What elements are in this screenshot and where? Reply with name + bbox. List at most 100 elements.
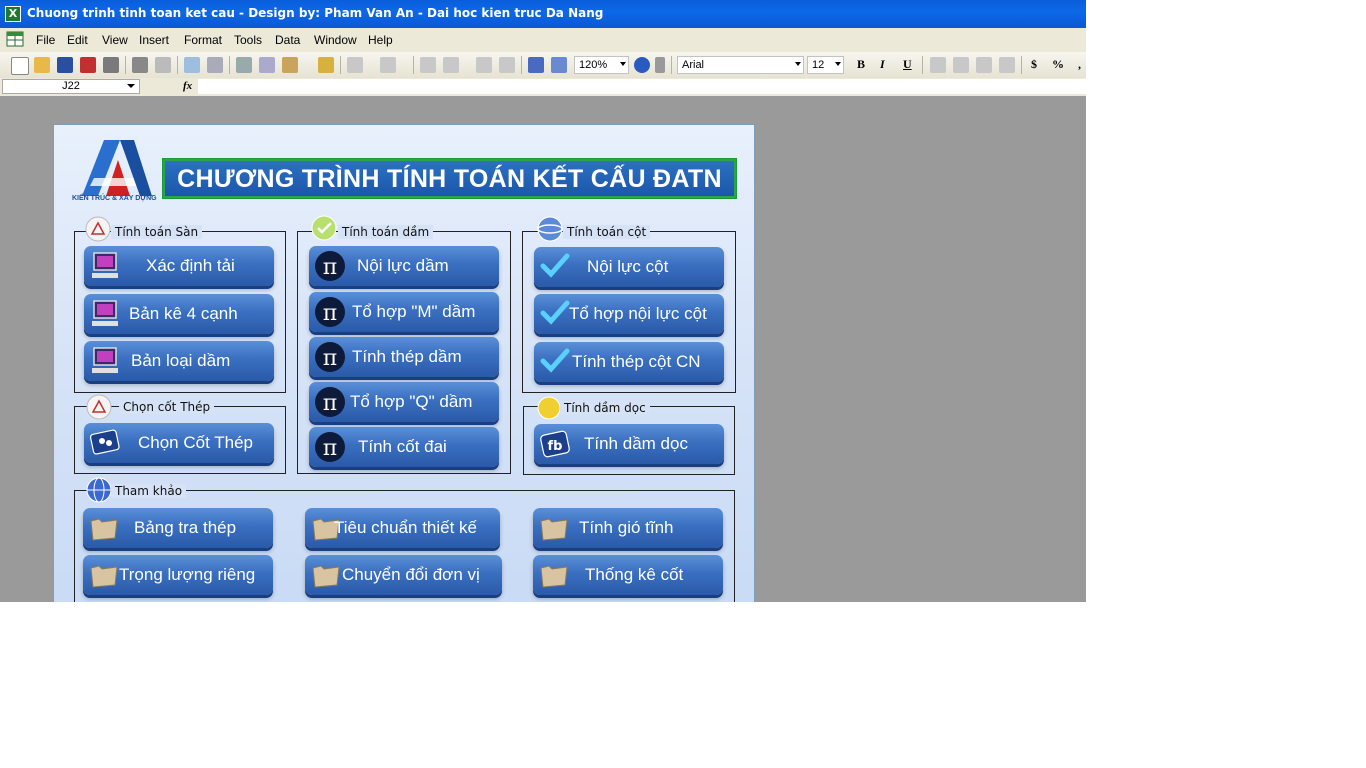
button-label: Tổ hợp "M" dầm xyxy=(352,302,476,321)
bang-tra-thep-button[interactable]: Bảng tra thép xyxy=(83,508,273,548)
chart-wizard-icon[interactable] xyxy=(528,57,544,73)
button-label: Nội lực cột xyxy=(587,257,669,276)
thong-ke-button[interactable]: Thống kê cốt xyxy=(533,555,723,595)
tinh-dam-doc-button[interactable]: fb Tính dầm dọc xyxy=(534,424,724,464)
button-label: Chọn Cốt Thép xyxy=(138,433,253,452)
trong-luong-button[interactable]: Trọng lượng riêng xyxy=(83,555,273,595)
logo-caption: KIẾN TRÚC & XÂY DỰNG xyxy=(72,195,157,202)
redo-icon[interactable] xyxy=(380,57,396,73)
percent-button[interactable]: % xyxy=(1052,57,1064,72)
currency-button[interactable]: $ xyxy=(1031,57,1037,72)
ban-ke-button[interactable]: Bản kê 4 cạnh xyxy=(84,294,274,334)
to-hop-noi-luc-cot-button[interactable]: Tổ hợp nội lực cột xyxy=(534,294,724,334)
copy-icon[interactable] xyxy=(259,57,275,73)
button-label: Bản loại dầm xyxy=(131,351,231,370)
menu-view[interactable]: View xyxy=(102,33,128,47)
pi-icon: π xyxy=(315,342,345,372)
toolbar-separator xyxy=(1021,56,1022,74)
globe-check-icon xyxy=(311,215,337,241)
toolbar-separator xyxy=(229,56,230,74)
button-label: Tổ hợp "Q" dầm xyxy=(350,392,473,411)
to-hop-m-button[interactable]: π Tổ hợp "M" dầm xyxy=(309,292,499,332)
tinh-thep-dam-button[interactable]: π Tính thép dầm xyxy=(309,337,499,377)
align-right-icon[interactable] xyxy=(976,57,992,73)
paste-icon[interactable] xyxy=(282,57,298,73)
folder-icon xyxy=(90,565,118,588)
format-painter-icon[interactable] xyxy=(318,57,334,73)
name-box[interactable]: J22 xyxy=(2,79,140,94)
align-left-icon[interactable] xyxy=(930,57,946,73)
menu-tools[interactable]: Tools xyxy=(234,33,262,47)
bold-button[interactable]: B xyxy=(857,57,865,72)
svg-text:fb: fb xyxy=(548,439,563,454)
sort-descending-icon[interactable] xyxy=(499,57,515,73)
group-cot-label: Tính toán cột xyxy=(563,225,651,239)
button-label: Tính gió tĩnh xyxy=(579,518,674,537)
zoom-select[interactable]: 120% xyxy=(574,56,629,74)
excel-icon[interactable]: X xyxy=(5,6,21,22)
menu-format[interactable]: Format xyxy=(184,33,222,47)
ban-loai-dam-button[interactable]: Bản loại dầm xyxy=(84,341,274,381)
tieu-chuan-button[interactable]: Tiêu chuẩn thiết kế xyxy=(305,508,500,548)
comma-button[interactable]: , xyxy=(1078,57,1081,72)
svg-text:π: π xyxy=(323,346,337,371)
help-icon[interactable] xyxy=(634,57,650,73)
cut-icon[interactable] xyxy=(236,57,252,73)
permission-icon[interactable] xyxy=(80,57,96,73)
button-label: Bảng tra thép xyxy=(134,518,237,537)
tinh-gio-button[interactable]: Tính gió tĩnh xyxy=(533,508,723,548)
hyperlink-icon[interactable] xyxy=(420,57,436,73)
chon-cot-thep-button[interactable]: Chọn Cốt Thép xyxy=(84,423,274,463)
print-icon[interactable] xyxy=(132,57,148,73)
formula-input[interactable] xyxy=(198,79,1086,94)
align-center-icon[interactable] xyxy=(953,57,969,73)
window-title: Chuong trinh tinh toan ket cau - Design … xyxy=(27,6,604,20)
toolbar-separator xyxy=(922,56,923,74)
chevron-down-icon[interactable] xyxy=(127,84,135,88)
pi-icon: π xyxy=(315,387,345,417)
to-hop-q-button[interactable]: π Tổ hợp "Q" dầm xyxy=(309,382,499,422)
noi-luc-cot-button[interactable]: Nội lực cột xyxy=(534,247,724,287)
undo-icon[interactable] xyxy=(347,57,363,73)
autosum-icon[interactable] xyxy=(443,57,459,73)
new-icon[interactable] xyxy=(11,57,29,75)
tinh-cot-dai-button[interactable]: π Tính cốt đai xyxy=(309,427,499,467)
print-preview-icon[interactable] xyxy=(155,57,171,73)
page-title: CHƯƠNG TRÌNH TÍNH TOÁN KẾT CẤU ĐATN xyxy=(162,158,737,199)
folder-icon xyxy=(540,565,568,588)
workbook-icon[interactable] xyxy=(6,31,26,48)
toolbar-separator xyxy=(521,56,522,74)
button-label: Tính thép cột CN xyxy=(572,352,701,371)
button-label: Tính thép dầm xyxy=(352,347,462,366)
name-box-value: J22 xyxy=(62,80,80,92)
save-icon[interactable] xyxy=(57,57,73,73)
font-size-select[interactable]: 12 xyxy=(807,56,844,74)
svg-text:π: π xyxy=(323,436,337,461)
font-name-select[interactable]: Arial xyxy=(677,56,804,74)
font-size-value: 12 xyxy=(812,59,825,71)
research-icon[interactable] xyxy=(207,57,223,73)
menu-edit[interactable]: Edit xyxy=(67,33,88,47)
menu-data[interactable]: Data xyxy=(275,33,300,47)
menu-file[interactable]: File xyxy=(36,33,55,47)
italic-button[interactable]: I xyxy=(880,57,885,72)
title-bar[interactable]: X Chuong trinh tinh toan ket cau - Desig… xyxy=(0,0,1086,28)
open-icon[interactable] xyxy=(34,57,50,73)
folder-icon xyxy=(540,518,568,541)
menu-window[interactable]: Window xyxy=(314,33,357,47)
sort-ascending-icon[interactable] xyxy=(476,57,492,73)
toolbar-options-icon[interactable] xyxy=(655,57,665,73)
xac-dinh-tai-button[interactable]: Xác định tải xyxy=(84,246,274,286)
drawing-icon[interactable] xyxy=(551,57,567,73)
merge-center-icon[interactable] xyxy=(999,57,1015,73)
menu-help[interactable]: Help xyxy=(368,33,393,47)
fx-icon[interactable]: fx xyxy=(183,80,192,92)
underline-button[interactable]: U xyxy=(903,57,912,72)
button-label: Tính cốt đai xyxy=(358,437,447,456)
noi-luc-dam-button[interactable]: π Nội lực dầm xyxy=(309,246,499,286)
menu-insert[interactable]: Insert xyxy=(139,33,169,47)
chuyen-doi-button[interactable]: Chuyển đổi đơn vị xyxy=(305,555,502,595)
email-icon[interactable] xyxy=(103,57,119,73)
spelling-icon[interactable] xyxy=(184,57,200,73)
tinh-thep-cot-button[interactable]: Tính thép cột CN xyxy=(534,342,724,382)
